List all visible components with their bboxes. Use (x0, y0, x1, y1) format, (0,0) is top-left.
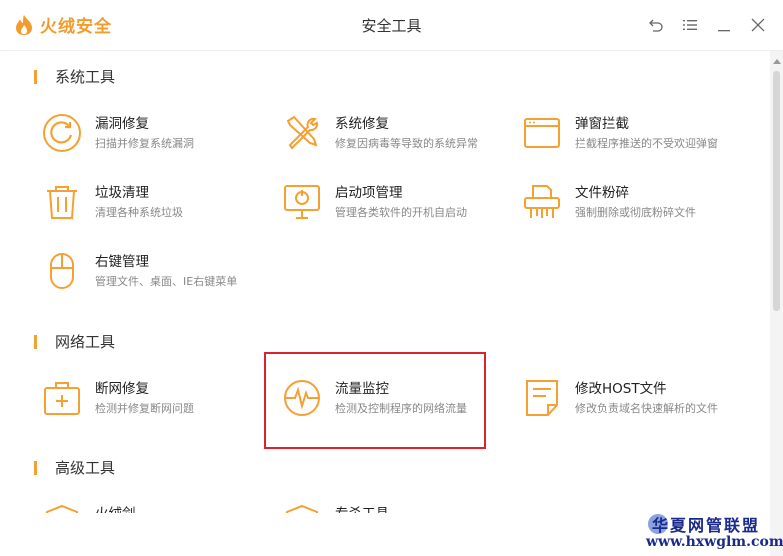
tool-right-click-manager[interactable]: 右键管理 管理文件、桌面、IE右键菜单 (42, 251, 237, 291)
close-icon (751, 18, 765, 32)
back-button[interactable] (645, 14, 667, 36)
tool-name: 垃圾清理 (95, 185, 149, 201)
tool-desc: 修改负责域名快速解析的文件 (575, 402, 718, 415)
close-button[interactable] (747, 14, 769, 36)
tool-system-repair[interactable]: 系统修复 修复因病毒等导致的系统异常 (282, 113, 478, 153)
minimize-button[interactable] (713, 14, 735, 36)
section-marker (34, 334, 37, 349)
section-title: 高级工具 (55, 459, 116, 477)
highlight-box (264, 352, 486, 449)
tool-desc: 扫描并修复系统漏洞 (95, 137, 194, 150)
back-icon (649, 19, 663, 32)
section-marker (34, 69, 37, 84)
section-title: 网络工具 (55, 333, 116, 351)
vulnerability-repair-icon (43, 114, 81, 152)
tool-vulnerability-repair[interactable]: 漏洞修复 扫描并修复系统漏洞 (42, 113, 194, 153)
tool-desc: 管理各类软件的开机自启动 (335, 206, 467, 219)
section-marker (34, 460, 37, 475)
tool-name: 修改HOST文件 (575, 381, 667, 397)
host-file-icon (526, 380, 558, 416)
tool-name: 断网修复 (95, 381, 149, 397)
title-bar: 火绒安全 安全工具 (0, 0, 783, 51)
tool-name: 右键管理 (95, 254, 149, 270)
watermark-title: 华夏网管联盟 (652, 516, 761, 535)
mouse-icon (50, 253, 74, 289)
tool-name: 启动项管理 (335, 185, 403, 201)
shredder-icon (524, 185, 560, 218)
tool-desc: 强制删除或彻底粉碎文件 (575, 206, 696, 219)
scroll-up-arrow-icon[interactable] (773, 59, 781, 64)
tool-name: 文件粉碎 (575, 185, 629, 201)
section-system: 系统工具 (34, 66, 115, 87)
section-title: 系统工具 (55, 68, 116, 86)
tool-trash-clean[interactable]: 垃圾清理 清理各种系统垃圾 (42, 182, 183, 222)
first-aid-icon (44, 382, 80, 415)
tool-desc: 清理各种系统垃圾 (95, 206, 183, 219)
trash-icon (47, 186, 77, 219)
startup-monitor-icon (284, 185, 320, 219)
watermark: 华夏网管联盟 www.hxwglm.com (640, 510, 783, 556)
popup-block-icon (524, 118, 560, 148)
menu-button[interactable] (679, 14, 701, 36)
tool-desc: 管理文件、桌面、IE右键菜单 (95, 275, 238, 288)
minimize-icon (718, 30, 730, 32)
menu-icon (683, 20, 697, 30)
tool-name: 弹窗拦截 (575, 116, 629, 132)
tool-desc: 拦截程序推送的不受欢迎弹窗 (575, 137, 718, 150)
tools-content: 系统工具 漏洞修复 扫描并修复系统漏洞 系统修复 修复因病毒等导致的系统异常 弹… (0, 51, 770, 556)
tool-name: 系统修复 (335, 116, 389, 132)
scrollbar[interactable] (770, 51, 783, 556)
tool-name: 漏洞修复 (95, 116, 149, 132)
section-network: 网络工具 (34, 331, 115, 352)
system-repair-icon (286, 115, 319, 150)
tool-desc: 修复因病毒等导致的系统异常 (335, 137, 478, 150)
tool-desc: 检测并修复断网问题 (95, 402, 194, 415)
tool-file-shredder[interactable]: 文件粉碎 强制删除或彻底粉碎文件 (522, 182, 696, 222)
tool-popup-block[interactable]: 弹窗拦截 拦截程序推送的不受欢迎弹窗 (522, 113, 718, 153)
scroll-thumb[interactable] (773, 71, 780, 311)
tool-startup-manager[interactable]: 启动项管理 管理各类软件的开机自启动 (282, 182, 467, 222)
watermark-url: www.hxwglm.com (646, 534, 783, 550)
section-advanced: 高级工具 (34, 457, 115, 478)
tool-network-repair[interactable]: 断网修复 检测并修复断网问题 (42, 378, 194, 418)
tool-edit-host[interactable]: 修改HOST文件 修改负责域名快速解析的文件 (522, 378, 718, 418)
